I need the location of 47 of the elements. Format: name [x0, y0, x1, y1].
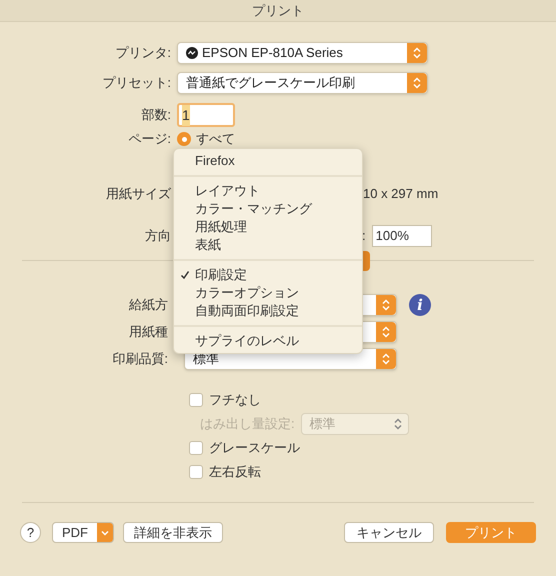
printer-status-icon [186, 47, 198, 59]
chevron-icon [394, 418, 402, 430]
printer-popup[interactable]: EPSON EP-810A Series [177, 42, 428, 64]
scale-label: : [362, 227, 366, 246]
pdf-menu-button[interactable]: PDF [52, 522, 114, 543]
field-label: ページ: [128, 131, 171, 146]
preset-popup[interactable]: 普通紙でグレースケール印刷 [177, 72, 428, 94]
field-label: 用紙種 [129, 324, 168, 339]
field-label: プリセット: [102, 75, 171, 90]
hide-details-button[interactable]: 詳細を非表示 [123, 522, 223, 543]
copies-field[interactable]: 1 [177, 103, 235, 127]
checkmark-icon [180, 270, 190, 280]
paper-dimensions: 10 x 297 mm [363, 185, 438, 204]
radio-button[interactable] [177, 132, 191, 146]
window-title: プリント [252, 2, 304, 20]
chevron-down-icon [101, 530, 109, 536]
checkbox-label: グレースケール [209, 439, 300, 458]
cancel-button[interactable]: キャンセル [344, 522, 434, 543]
info-icon[interactable]: i [409, 294, 431, 316]
menu-item[interactable]: サプライのレベル [174, 332, 362, 350]
chevron-icon [413, 77, 421, 89]
field-label: 方向 [145, 228, 171, 243]
chevron-icon [382, 326, 390, 338]
checkbox[interactable] [189, 465, 203, 479]
radio-label: すべて [196, 130, 235, 148]
chevron-icon [413, 47, 421, 59]
menu-item[interactable]: 自動両面印刷設定 [174, 302, 362, 320]
menu-item[interactable]: レイアウト [174, 182, 362, 200]
menu-item[interactable]: 表紙 [174, 236, 362, 254]
checkbox[interactable] [189, 393, 203, 407]
field-label: 給紙方 [129, 297, 168, 312]
menu-item[interactable]: Firefox [174, 152, 362, 170]
field-label: プリンタ: [115, 45, 171, 60]
field-label: 印刷品質: [112, 351, 168, 366]
chevron-icon [382, 353, 390, 365]
menu-item[interactable]: 用紙処理 [174, 218, 362, 236]
field-label: 部数: [141, 107, 171, 122]
menu-item[interactable]: カラーオプション [174, 284, 362, 302]
chevron-icon [382, 299, 390, 311]
help-button[interactable]: ? [20, 522, 41, 543]
menu-item[interactable]: カラー・マッチング [174, 200, 362, 218]
scale-field[interactable]: 100% [372, 225, 432, 247]
checkbox-label: フチなし [209, 391, 261, 410]
field-label: 用紙サイズ [106, 186, 171, 201]
menu-item[interactable]: 印刷設定 [174, 266, 362, 284]
checkbox-label: 左右反転 [209, 463, 261, 482]
checkbox[interactable] [189, 441, 203, 455]
